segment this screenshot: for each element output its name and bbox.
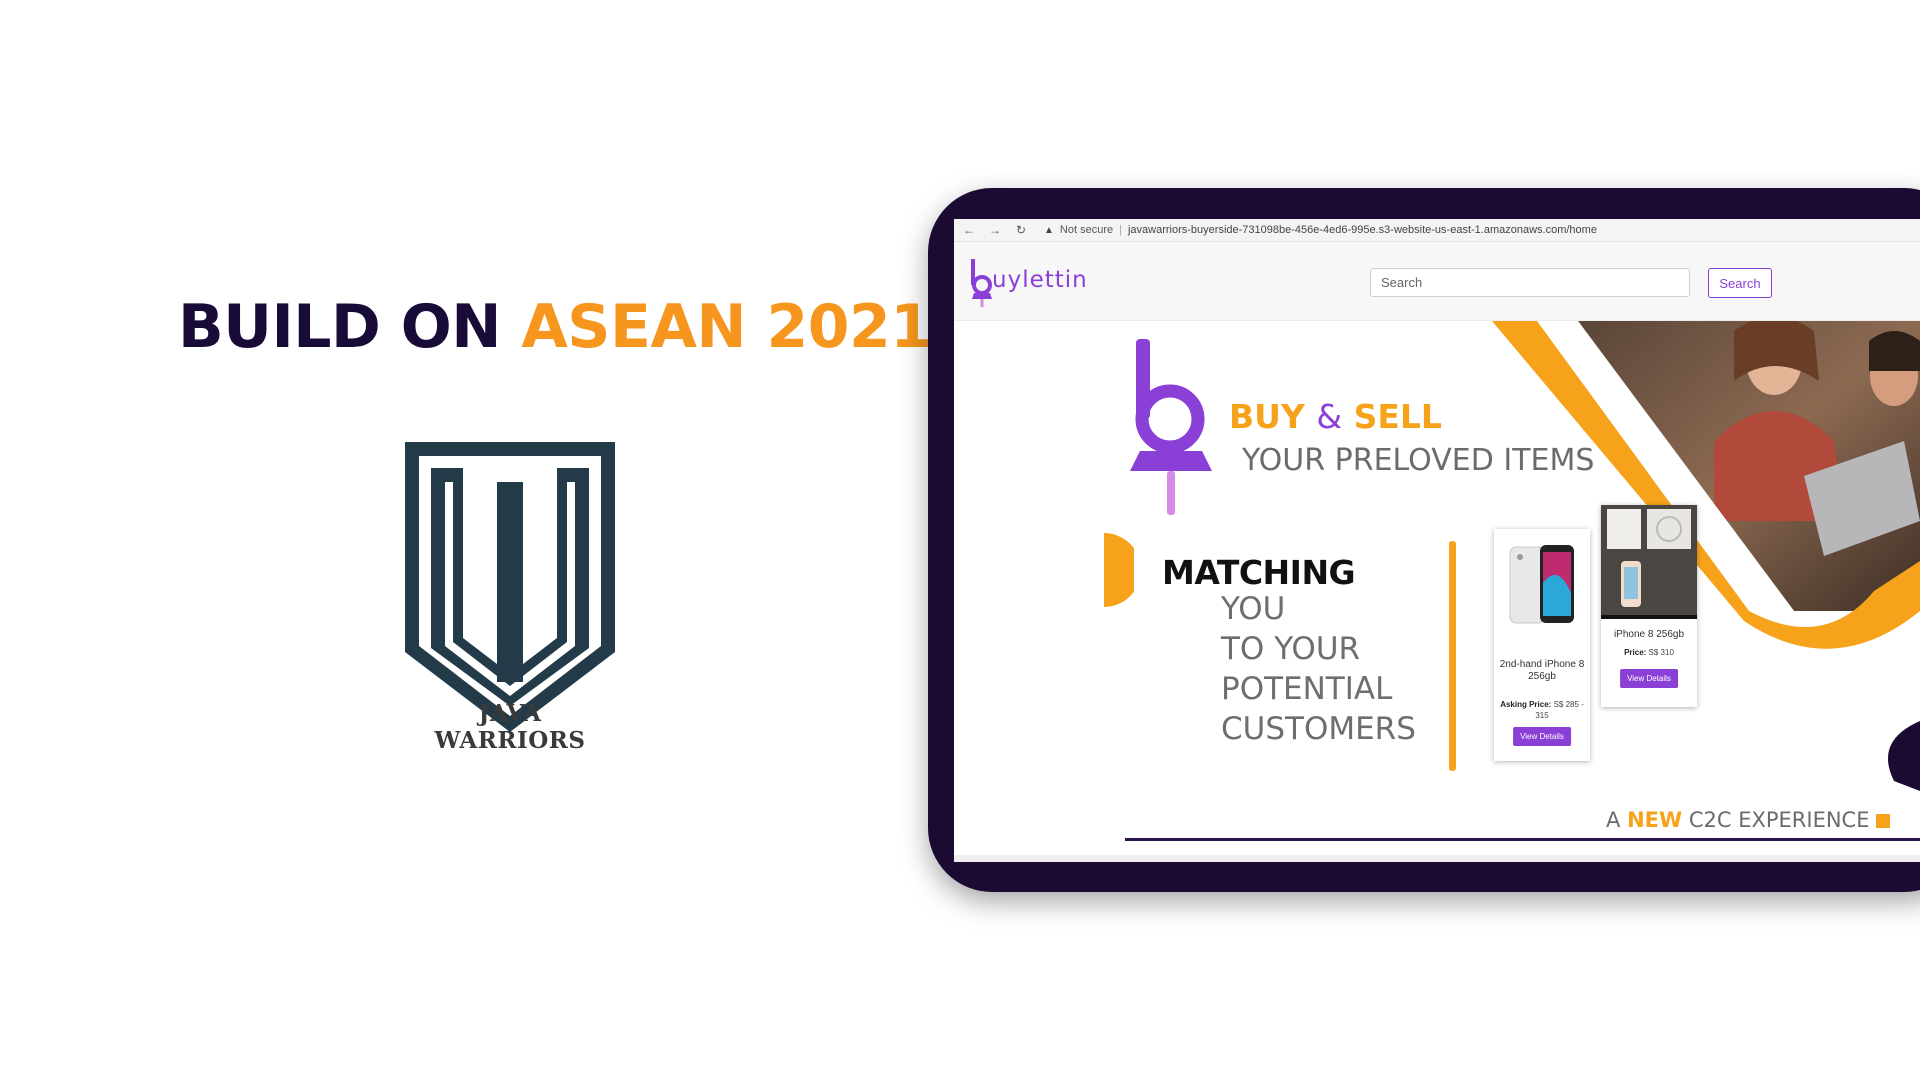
product-card[interactable]: 2nd-hand iPhone 8 256gb Asking Price: S$… xyxy=(1494,529,1590,761)
page-scroll-strip xyxy=(954,855,1920,862)
hero-banner: BUY & SELL YOUR PRELOVED ITEMS MATCHING … xyxy=(954,321,1920,862)
card-price: Asking Price: S$ 285 - 315 xyxy=(1494,699,1590,721)
price-label: Asking Price: xyxy=(1500,700,1552,709)
tablet-screen: ← → ↻ ▲ Not secure | javawarriors-buyers… xyxy=(954,219,1920,862)
title-prefix: BUILD ON xyxy=(178,292,501,362)
java-warriors-shield-logo xyxy=(405,442,615,732)
title-highlight: ASEAN 2021 xyxy=(521,292,932,362)
matching-heading: MATCHING xyxy=(1162,553,1356,592)
tagline-a: A xyxy=(1606,808,1621,832)
sell-text: SELL xyxy=(1353,397,1442,436)
matching-line-2: TO YOUR xyxy=(1221,631,1361,667)
preloved-text: YOUR PRELOVED ITEMS xyxy=(1242,443,1595,478)
price-value: S$ 310 xyxy=(1648,648,1674,657)
half-disc-shape xyxy=(1104,533,1134,607)
reload-icon[interactable]: ↻ xyxy=(1010,223,1032,237)
tagline-underline xyxy=(1125,838,1920,841)
iphone-image xyxy=(1509,545,1574,624)
tagline-rest: C2C EXPERIENCE xyxy=(1688,808,1870,832)
matching-line-1: YOU xyxy=(1221,591,1286,627)
buylettin-logo[interactable]: uylettin xyxy=(968,257,1098,307)
product-card[interactable]: iPhone 8 256gb Price: S$ 310 View Detail… xyxy=(1601,505,1697,707)
tagline-new: NEW xyxy=(1627,808,1683,832)
tagline: A NEW C2C EXPERIENCE xyxy=(1606,808,1890,832)
warning-icon: ▲ xyxy=(1044,224,1054,236)
amp-text: & xyxy=(1316,397,1343,436)
view-details-button[interactable]: View Details xyxy=(1513,727,1571,746)
logo-text: uylettin xyxy=(992,267,1088,293)
buy-sell-heading: BUY & SELL xyxy=(1229,397,1442,436)
iphone-box-image xyxy=(1601,505,1697,619)
arrow-right-icon[interactable]: → xyxy=(984,223,1006,237)
url-text: javawarriors-buyerside-731098be-456e-4ed… xyxy=(1127,224,1597,236)
b-pin-logo-large xyxy=(1130,339,1212,515)
search-input[interactable] xyxy=(1370,268,1690,297)
url-field[interactable]: ▲ Not secure | javawarriors-buyerside-73… xyxy=(1044,224,1597,236)
buy-text: BUY xyxy=(1229,397,1305,436)
card-title: iPhone 8 256gb xyxy=(1613,629,1685,640)
search-button[interactable]: Search xyxy=(1708,268,1772,298)
arrow-left-icon[interactable]: ← xyxy=(958,223,980,237)
card-price: Price: S$ 310 xyxy=(1601,647,1697,658)
matching-line-3: POTENTIAL xyxy=(1221,671,1393,707)
price-label: Price: xyxy=(1624,648,1647,657)
security-status: Not secure xyxy=(1059,224,1114,236)
divider-bar xyxy=(1449,541,1456,771)
card-title: 2nd-hand iPhone 8 256gb xyxy=(1499,659,1585,682)
slide-title: BUILD ON ASEAN 2021 xyxy=(178,292,932,362)
browser-address-bar: ← → ↻ ▲ Not secure | javawarriors-buyers… xyxy=(954,219,1920,242)
site-header: uylettin Search xyxy=(954,242,1920,321)
matching-line-4: CUSTOMERS xyxy=(1221,711,1416,747)
separator: | xyxy=(1119,224,1122,236)
view-details-button[interactable]: View Details xyxy=(1620,669,1678,688)
square-icon xyxy=(1875,814,1890,828)
team-name: JAVA WARRIORS xyxy=(434,700,586,754)
